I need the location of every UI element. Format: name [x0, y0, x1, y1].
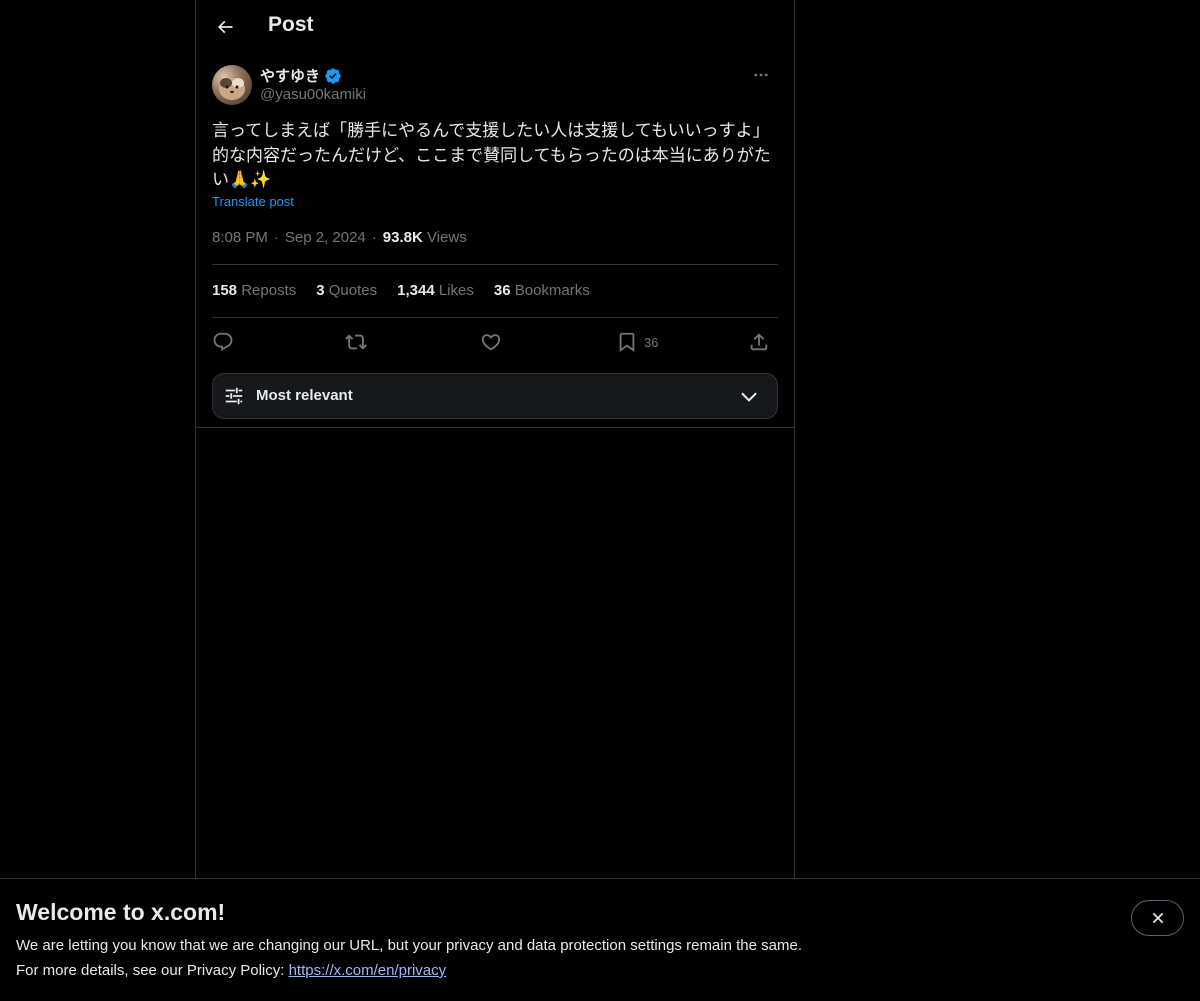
post-stats: 158 Reposts 3 Quotes 1,344 Likes 36 Book… [212, 282, 590, 299]
post-text: 言ってしまえば「勝手にやるんで支援したい人は支援してもいいっすよ」 的な内容だっ… [212, 121, 771, 190]
sort-replies-dropdown[interactable]: Most relevant [212, 373, 778, 419]
page-title: Post [268, 13, 314, 36]
share-icon [750, 333, 768, 351]
reply-button[interactable] [212, 328, 234, 356]
arrow-left-icon [217, 20, 233, 34]
privacy-policy-link[interactable]: https://x.com/en/privacy [289, 962, 447, 979]
bookmarks-count: 36 [493, 282, 511, 299]
close-icon [1152, 912, 1163, 924]
share-button[interactable] [748, 328, 770, 356]
likes-count: 1,344 [397, 282, 435, 299]
separator-dot: · [273, 229, 279, 246]
post-time[interactable]: 8:08 PM [212, 229, 268, 246]
sliders-icon [225, 387, 243, 405]
repost-icon [345, 334, 367, 350]
post-date[interactable]: Sep 2, 2024 [285, 229, 366, 246]
heart-icon [481, 334, 501, 351]
banner-title: Welcome to x.com! [16, 899, 226, 925]
repost-button[interactable] [345, 328, 367, 356]
more-horizontal-icon [754, 73, 768, 77]
banner-message: We are letting you know that we are chan… [16, 937, 802, 954]
translate-post-link[interactable]: Translate post [212, 194, 294, 209]
chevron-down-icon [741, 392, 757, 402]
page-header: Post [196, 0, 794, 54]
author-handle[interactable]: @yasu00kamiki [260, 86, 366, 103]
back-button[interactable] [208, 10, 242, 44]
quotes-stat[interactable]: 3 Quotes [316, 282, 377, 299]
banner-privacy-prefix: For more details, see our Privacy Policy… [16, 962, 289, 979]
welcome-banner: Welcome to x.com! We are letting you kno… [0, 878, 1200, 1001]
bookmarks-stat[interactable]: 36 Bookmarks [494, 282, 590, 299]
primary-column: Post やすゆき @yasu00kamiki 言ってしまえば「勝手にやるんで支… [195, 0, 795, 880]
like-button[interactable] [480, 328, 502, 356]
views-label: Views [426, 229, 467, 246]
reply-icon [213, 332, 233, 351]
verified-badge-icon [325, 67, 341, 84]
author-name-text: やすゆき [260, 68, 321, 85]
post-author: やすゆき @yasu00kamiki [212, 64, 778, 108]
likes-stat[interactable]: 1,344 Likes [397, 282, 474, 299]
likes-label: Likes [438, 282, 474, 299]
quotes-label: Quotes [328, 282, 378, 299]
divider [196, 427, 794, 428]
divider [212, 317, 778, 318]
divider [212, 264, 778, 265]
views-count: 93.8K [382, 229, 423, 246]
bookmark-count: 36 [644, 334, 659, 350]
close-banner-button[interactable] [1131, 900, 1184, 936]
reposts-label: Reposts [241, 282, 297, 299]
banner-privacy-line: For more details, see our Privacy Policy… [16, 962, 446, 979]
reposts-count: 158 [212, 282, 238, 299]
sort-label: Most relevant [256, 387, 353, 404]
avatar[interactable] [212, 65, 252, 105]
bookmarks-label: Bookmarks [514, 282, 590, 299]
bookmark-button[interactable]: 36 [616, 328, 658, 356]
avatar-image [219, 78, 245, 100]
more-button[interactable] [744, 64, 778, 86]
quotes-count: 3 [316, 282, 325, 299]
author-name[interactable]: やすゆき [260, 65, 342, 86]
post-metadata: 8:08 PM · Sep 2, 2024 · 93.8K Views [212, 229, 467, 246]
separator-dot: · [371, 229, 377, 246]
reposts-stat[interactable]: 158 Reposts [212, 282, 296, 299]
post-actions: 36 [212, 328, 778, 356]
bookmark-icon [619, 332, 635, 353]
